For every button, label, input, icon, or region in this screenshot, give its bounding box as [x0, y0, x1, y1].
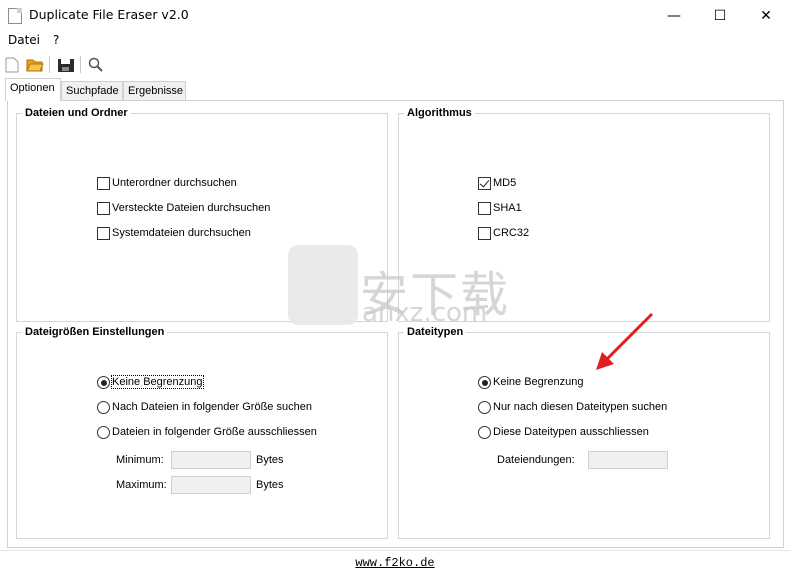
crc32-checkbox[interactable]	[478, 227, 491, 240]
save-icon	[58, 59, 74, 72]
search-icon	[88, 57, 103, 72]
maximize-icon: ☐	[713, 7, 727, 24]
size-exclude-radio[interactable]	[97, 426, 110, 439]
menu-help[interactable]: ?	[53, 33, 59, 47]
algorithm-title: Algorithmus	[404, 107, 475, 119]
open-button[interactable]	[25, 55, 45, 75]
types-include-label[interactable]: Nur nach diesen Dateitypen suchen	[493, 401, 667, 413]
tab-suchpfade[interactable]: Suchpfade	[61, 81, 123, 101]
types-no-limit-label[interactable]: Keine Begrenzung	[493, 376, 584, 388]
minimum-input[interactable]	[171, 451, 251, 469]
menu-bar	[0, 31, 790, 51]
extensions-input[interactable]	[588, 451, 668, 469]
system-files-checkbox[interactable]	[97, 227, 110, 240]
files-folders-title: Dateien und Ordner	[22, 107, 131, 119]
types-no-limit-radio[interactable]	[478, 376, 491, 389]
hidden-files-label[interactable]: Versteckte Dateien durchsuchen	[112, 202, 270, 214]
types-include-radio[interactable]	[478, 401, 491, 414]
annotation-arrow-icon	[596, 312, 654, 370]
new-button[interactable]	[2, 55, 22, 75]
size-no-limit-radio[interactable]	[97, 376, 110, 389]
maximum-input[interactable]	[171, 476, 251, 494]
types-exclude-label[interactable]: Diese Dateitypen ausschliessen	[493, 426, 649, 438]
close-button[interactable]: ✕	[743, 0, 789, 31]
hidden-files-checkbox[interactable]	[97, 202, 110, 215]
sha1-checkbox[interactable]	[478, 202, 491, 215]
md5-label[interactable]: MD5	[493, 177, 516, 189]
close-icon: ✕	[760, 7, 772, 24]
tab-optionen[interactable]: Optionen	[5, 78, 61, 101]
size-no-limit-label[interactable]: Keine Begrenzung	[111, 375, 204, 389]
minimum-unit: Bytes	[256, 454, 284, 466]
maximize-button[interactable]: ☐	[697, 0, 743, 31]
website-link[interactable]: www.f2ko.de	[0, 556, 790, 570]
toolbar-separator	[80, 56, 81, 73]
file-size-title: Dateigrößen Einstellungen	[22, 326, 168, 338]
footer-divider	[0, 550, 790, 551]
sha1-label[interactable]: SHA1	[493, 202, 522, 214]
subfolders-checkbox[interactable]	[97, 177, 110, 190]
subfolders-label[interactable]: Unterordner durchsuchen	[112, 177, 237, 189]
md5-checkbox[interactable]	[478, 177, 491, 190]
open-folder-icon	[26, 59, 44, 72]
menu-datei[interactable]: Datei	[8, 33, 40, 47]
tab-ergebnisse[interactable]: Ergebnisse	[123, 81, 186, 101]
maximum-unit: Bytes	[256, 479, 284, 491]
minimum-label: Minimum:	[116, 454, 164, 466]
save-button[interactable]	[56, 55, 76, 75]
minimize-icon: —	[667, 7, 681, 24]
size-exclude-label[interactable]: Dateien in folgender Größe ausschliessen	[112, 426, 317, 438]
toolbar-separator	[49, 56, 50, 73]
app-icon	[8, 8, 22, 24]
maximum-label: Maximum:	[116, 479, 167, 491]
watermark-logo	[288, 245, 358, 325]
search-button[interactable]	[86, 55, 106, 75]
size-search-radio[interactable]	[97, 401, 110, 414]
new-file-icon	[5, 57, 19, 73]
window-title: Duplicate File Eraser v2.0	[29, 7, 189, 22]
watermark-subtext: anxz.com	[362, 298, 488, 328]
types-exclude-radio[interactable]	[478, 426, 491, 439]
system-files-label[interactable]: Systemdateien durchsuchen	[112, 227, 251, 239]
toolbar	[0, 52, 790, 77]
size-search-label[interactable]: Nach Dateien in folgender Größe suchen	[112, 401, 312, 413]
extensions-label: Dateiendungen:	[497, 454, 575, 466]
crc32-label[interactable]: CRC32	[493, 227, 529, 239]
minimize-button[interactable]: —	[651, 0, 697, 31]
